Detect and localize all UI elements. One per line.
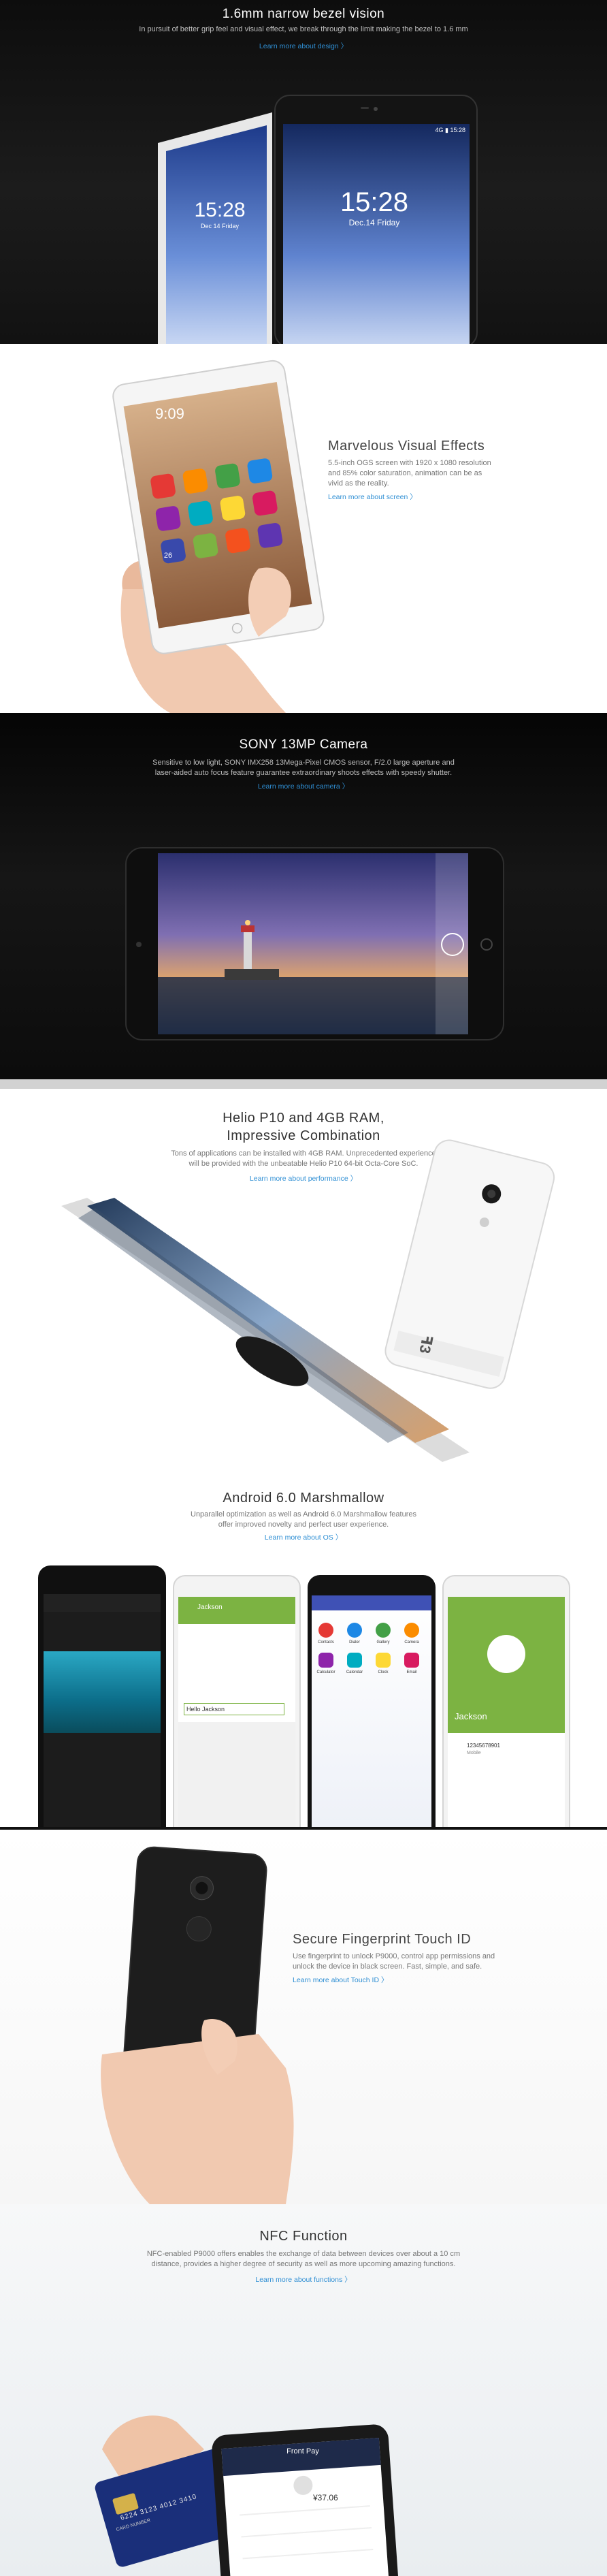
- keyboard[interactable]: [178, 1722, 295, 1827]
- fingerprint-title: Secure Fingerprint Touch ID: [293, 1932, 472, 1947]
- visual-title: Marvelous Visual Effects: [328, 439, 485, 454]
- contact-number-label: Mobile: [467, 1751, 481, 1755]
- phone-gallery: [38, 1565, 166, 1827]
- messaging-contact-name: Jackson: [197, 1604, 223, 1611]
- app-label: Gallery: [376, 1640, 390, 1644]
- fingerprint-phone-illustration: [101, 1846, 294, 2204]
- fingerprint-desc-line: unlock the device in black screen. Fast,…: [293, 1962, 482, 1971]
- android-learn-more-link[interactable]: Learn more about OS 〉: [265, 1532, 342, 1542]
- app-icon[interactable]: [376, 1623, 391, 1638]
- fingerprint-learn-more-link[interactable]: Learn more about Touch ID 〉: [293, 1975, 388, 1985]
- app-icon[interactable]: [347, 1623, 362, 1638]
- app-label: Contacts: [318, 1640, 334, 1644]
- gallery-photo: [44, 1651, 161, 1733]
- app-drawer-screen: Contacts Dialer Gallery Camera Calculato…: [312, 1595, 431, 1827]
- app-label: Email: [406, 1670, 417, 1674]
- messaging-header: [178, 1597, 295, 1624]
- white-phone-time: 15:28: [194, 199, 246, 221]
- visual-desc-line: and 85% color saturation, animation can …: [328, 469, 482, 477]
- app-icon[interactable]: [318, 1653, 333, 1668]
- visual-description: 5.5-inch OGS screen with 1920 x 1080 res…: [328, 458, 505, 489]
- visual-text-block: Marvelous Visual Effects 5.5-inch OGS sc…: [328, 439, 505, 503]
- message-input[interactable]: Hello Jackson: [184, 1703, 284, 1715]
- app-label: Camera: [404, 1640, 419, 1644]
- app-label: Dialer: [349, 1640, 360, 1644]
- nfc-amount: ¥37.06: [313, 2493, 338, 2502]
- hand-holding-phone-illustration: [112, 360, 325, 713]
- gallery-toolbar: [44, 1594, 161, 1612]
- phone-app-drawer: Contacts Dialer Gallery Camera Calculato…: [308, 1575, 436, 1827]
- phone-messaging: Jackson Hello Jackson: [173, 1575, 301, 1827]
- app-icon[interactable]: [376, 1653, 391, 1668]
- bezel-phones-illustration: [158, 95, 478, 344]
- contact-number[interactable]: 12345678901: [467, 1743, 500, 1749]
- visual-learn-more-link[interactable]: Learn more about screen 〉: [328, 492, 417, 502]
- visual-desc-line: 5.5-inch OGS screen with 1920 x 1080 res…: [328, 459, 491, 467]
- messaging-screen: Jackson Hello Jackson: [178, 1597, 295, 1827]
- contact-avatar-icon: [487, 1635, 525, 1673]
- app-drawer-status: [312, 1595, 431, 1610]
- black-phone-status-bar: 4G ▮ 15:28: [435, 127, 465, 133]
- nfc-illustration: [95, 2415, 399, 2576]
- fingerprint-section: Secure Fingerprint Touch ID Use fingerpr…: [0, 1830, 607, 2204]
- fingerprint-desc-line: Use fingerprint to unlock P9000, control…: [293, 1952, 495, 1960]
- fingerprint-text-block: Secure Fingerprint Touch ID Use fingerpr…: [293, 1932, 538, 1986]
- app-label: Clock: [378, 1670, 389, 1674]
- android-desc-line: offer improved novelty and perfect user …: [218, 1521, 389, 1529]
- performance-phones-illustration: [61, 1139, 555, 1462]
- android-desc-line: Unparallel optimization as well as Andro…: [191, 1510, 416, 1518]
- app-icon[interactable]: [404, 1623, 419, 1638]
- white-phone-date: Dec 14 Friday: [200, 223, 240, 229]
- app-icon[interactable]: [318, 1623, 333, 1638]
- fingerprint-description: Use fingerprint to unlock P9000, control…: [293, 1952, 538, 1972]
- app-label: Calendar: [346, 1670, 363, 1674]
- camera-phone-illustration: [125, 847, 504, 1040]
- app-icon[interactable]: [347, 1653, 362, 1668]
- android-link-wrap: Learn more about OS 〉: [0, 1531, 607, 1543]
- app-icon[interactable]: [404, 1653, 419, 1668]
- phone-contact: Jackson 12345678901 Mobile: [442, 1575, 570, 1827]
- contact-screen: Jackson 12345678901 Mobile: [448, 1597, 565, 1827]
- android-title: Android 6.0 Marshmallow: [223, 1491, 384, 1506]
- visual-phone-time: 9:09: [155, 405, 184, 422]
- section-divider: [0, 1079, 607, 1089]
- black-phone-date: Dec.14 Friday: [348, 218, 400, 227]
- performance-brand-logo: ꟻ3: [416, 1333, 436, 1355]
- android-description: Unparallel optimization as well as Andro…: [0, 1510, 607, 1530]
- visual-desc-line: vivid as the reality.: [328, 479, 389, 488]
- android-section: Android 6.0 Marshmallow Unparallel optim…: [0, 1465, 607, 1827]
- camera-section: SONY 13MP Camera Sensitive to low light,…: [0, 713, 607, 1079]
- visual-phone-badge: 26: [163, 552, 173, 560]
- contact-name: Jackson: [455, 1711, 487, 1721]
- nfc-app-title: Front Pay: [286, 2447, 319, 2455]
- app-label: Calculator: [316, 1670, 335, 1674]
- performance-section: Helio P10 and 4GB RAM, Impressive Combin…: [0, 1089, 607, 1465]
- bezel-section: 1.6mm narrow bezel vision In pursuit of …: [0, 0, 607, 344]
- visual-section: 9:09 26 Marvelous Visual Effects 5.5-inc…: [0, 344, 607, 713]
- gallery-screen: [44, 1594, 161, 1827]
- black-phone-time: 15:28: [340, 187, 409, 217]
- nfc-section: NFC Function NFC-enabled P9000 offers en…: [0, 2204, 607, 2576]
